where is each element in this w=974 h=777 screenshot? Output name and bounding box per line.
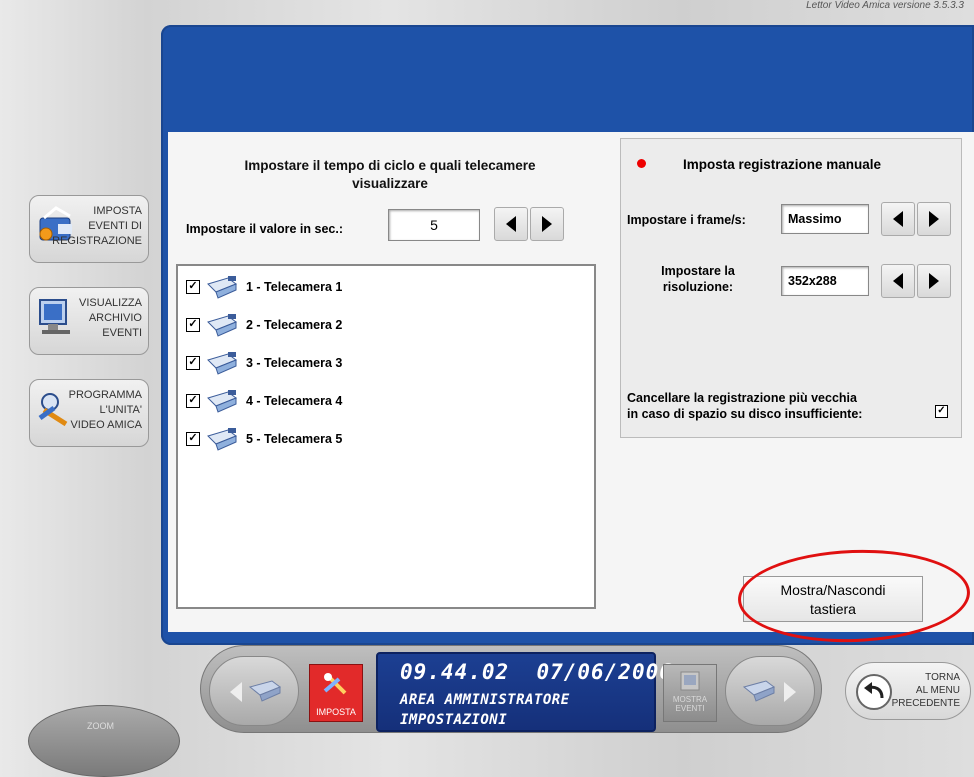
camera-label: 2 - Telecamera 2: [246, 318, 343, 332]
camera-forward-icon: [742, 680, 796, 702]
list-item[interactable]: ✓ 5 - Telecamera 5: [186, 424, 342, 454]
datetime-display: 09.44.02 07/06/2006: [400, 660, 673, 684]
frames-label: Impostare i frame/s:: [627, 213, 746, 227]
list-item[interactable]: ✓ 2 - Telecamera 2: [186, 310, 342, 340]
camera-checkbox[interactable]: ✓: [186, 432, 200, 446]
camera-checkbox[interactable]: ✓: [186, 356, 200, 370]
sidebar-item-label: PROGRAMMA L'UNITA' VIDEO AMICA: [68, 389, 142, 431]
seconds-increase-button[interactable]: [530, 207, 564, 241]
events-icon: [680, 671, 700, 691]
record-dot-icon: [637, 159, 646, 168]
prev-nav-button[interactable]: [209, 656, 299, 726]
camera-label: 5 - Telecamera 5: [246, 432, 343, 446]
seconds-stepper: [494, 207, 564, 241]
list-item[interactable]: ✓ 1 - Telecamera 1: [186, 272, 342, 302]
arrow-right-icon: [929, 273, 939, 289]
monitor-archive-icon: [39, 299, 70, 334]
arrow-left-icon: [893, 211, 903, 227]
frames-stepper: [881, 202, 951, 236]
camera-list: ✓ 1 - Telecamera 1 ✓ 2 - Telecamera 2 ✓ …: [176, 264, 596, 609]
resolution-label: Impostare la risoluzione:: [661, 264, 735, 294]
zoom-button[interactable]: ZOOM: [28, 705, 180, 777]
arrow-right-icon: [542, 216, 552, 232]
imposta-button[interactable]: IMPOSTA: [309, 664, 363, 722]
seconds-decrease-button[interactable]: [494, 207, 528, 241]
cycle-title: Impostare il tempo di ciclo e quali tele…: [244, 158, 536, 191]
frames-field[interactable]: Massimo: [781, 204, 869, 234]
area-label: AREA AMMINISTRATORE: [400, 692, 570, 708]
bottom-nav-bar: IMPOSTA 09.44.02 07/06/2006 AREA AMMINIS…: [200, 645, 822, 733]
frames-increase-button[interactable]: [917, 202, 951, 236]
resolution-decrease-button[interactable]: [881, 264, 915, 298]
camera-checkbox[interactable]: ✓: [186, 394, 200, 408]
camera-icon: [207, 390, 238, 413]
camera-icon: [207, 428, 238, 451]
list-item[interactable]: ✓ 3 - Telecamera 3: [186, 348, 342, 378]
sidebar-item-label: VISUALIZZA ARCHIVIO EVENTI: [79, 297, 142, 339]
sidebar-item-imposta-eventi[interactable]: IMPOSTA EVENTI DI REGISTRAZIONE: [29, 195, 149, 263]
list-item[interactable]: ✓ 4 - Telecamera 4: [186, 386, 342, 416]
status-display: 09.44.02 07/06/2006 AREA AMMINISTRATORE …: [376, 652, 672, 732]
arrow-left-icon: [506, 216, 516, 232]
resolution-increase-button[interactable]: [917, 264, 951, 298]
camera-checkbox[interactable]: ✓: [186, 280, 200, 294]
resolution-field[interactable]: 352x288: [781, 266, 869, 296]
camera-icon: [207, 276, 238, 299]
back-to-menu-label: TORNA AL MENU PRECEDENTE: [891, 672, 960, 709]
version-label: Lettor Video Amica versione 3.5.3.3: [806, 0, 964, 11]
camera-back-icon: [230, 680, 282, 702]
arrow-right-icon: [929, 211, 939, 227]
arrow-left-icon: [893, 273, 903, 289]
sidebar-item-label: IMPOSTA EVENTI DI REGISTRAZIONE: [52, 205, 142, 247]
camera-label: 3 - Telecamera 3: [246, 356, 343, 370]
manual-recording-title: Imposta registrazione manuale: [683, 157, 882, 172]
camera-label: 1 - Telecamera 1: [246, 280, 343, 294]
sidebar-item-visualizza-archivio[interactable]: VISUALIZZA ARCHIVIO EVENTI: [29, 287, 149, 355]
camera-checkbox[interactable]: ✓: [186, 318, 200, 332]
seconds-label: Impostare il valore in sec.:: [186, 222, 344, 236]
back-arrow-icon: [856, 674, 892, 710]
sidebar-item-programma-unita[interactable]: PROGRAMMA L'UNITA' VIDEO AMICA: [29, 379, 149, 447]
tools-icon: [323, 673, 347, 695]
resolution-stepper: [881, 264, 951, 298]
camera-icon: [207, 314, 238, 337]
seconds-field[interactable]: 5: [388, 209, 480, 241]
cycle-panel: Impostare il tempo di ciclo e quali tele…: [168, 132, 612, 632]
delete-oldest-checkbox[interactable]: ✓: [935, 405, 948, 418]
manual-recording-panel: Imposta registrazione manuale Impostare …: [620, 138, 962, 438]
frames-decrease-button[interactable]: [881, 202, 915, 236]
camera-icon: [207, 352, 238, 375]
section-label: IMPOSTAZIONI: [400, 712, 508, 728]
next-nav-button[interactable]: [725, 656, 815, 726]
delete-oldest-label: Cancellare la registrazione più vecchia …: [627, 391, 863, 421]
camera-label: 4 - Telecamera 4: [246, 394, 343, 408]
mostra-eventi-button[interactable]: MOSTRA EVENTI: [663, 664, 717, 722]
back-to-menu-button[interactable]: TORNA AL MENU PRECEDENTE: [845, 662, 971, 720]
